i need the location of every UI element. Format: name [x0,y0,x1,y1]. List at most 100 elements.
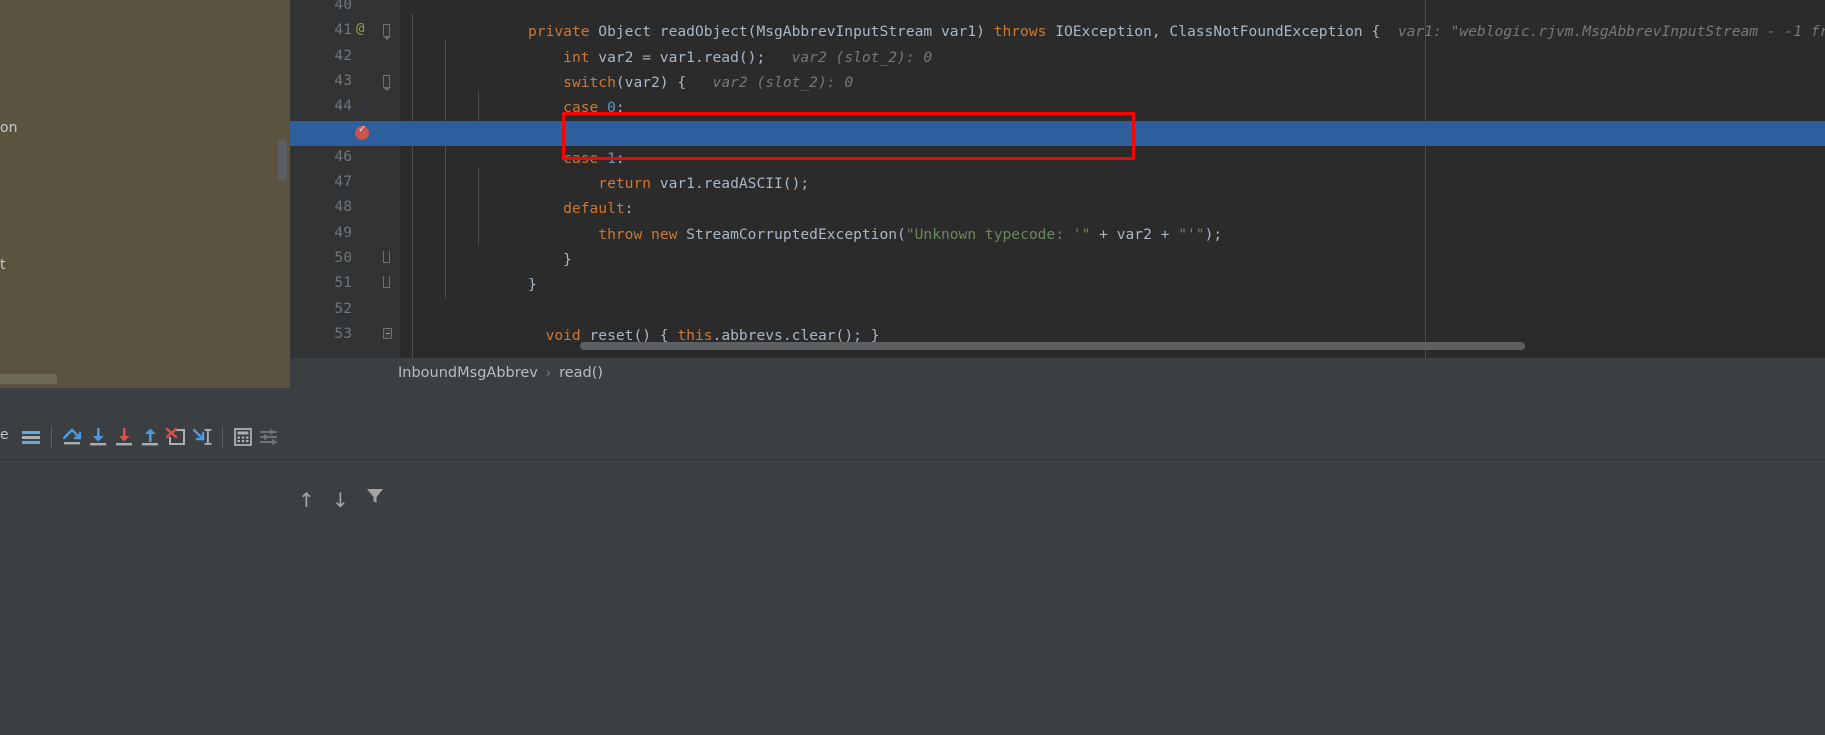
code-token: var1.readASCII(); [651,175,810,193]
code-line[interactable]: switch(var2) { var2 (slot_2): 0 [400,70,1825,95]
toolbar-divider [0,459,1825,460]
code-fold-marker-icon[interactable] [383,251,390,263]
line-number: 43 [334,71,352,89]
line-number: 40 [334,0,352,13]
code-token: StreamCorruptedException( [677,225,906,243]
code-line[interactable]: throw new StreamCorruptedException("Unkn… [400,222,1825,247]
code-line[interactable]: int var2 = var1.read(); var2 (slot_2): 0 [400,45,1825,70]
code-token: new [651,225,678,243]
code-token: Object [598,23,652,41]
code-token: } [528,276,537,294]
breakpoint-icon[interactable] [355,123,369,140]
line-number: 42 [334,46,352,64]
code-token: default [563,200,625,218]
code-surface[interactable]: private Object readObject(MsgAbbrevInput… [400,0,1825,358]
left-panel-label-1: on [0,120,18,136]
step-out-icon[interactable] [137,424,163,450]
code-line[interactable]: case 1: [400,146,1825,171]
code-token: readObject(MsgAbbrevInputStream var1) [651,23,994,41]
indent-guide [478,168,479,245]
line-number: 50 [334,249,352,266]
code-token: private [528,23,599,41]
run-to-cursor-icon[interactable] [189,424,215,450]
breadcrumb-method[interactable]: read() [559,365,603,381]
force-step-into-icon[interactable] [111,424,137,450]
code-token: 1 [607,149,616,167]
line-number: 49 [334,223,352,241]
toolbar-separator [51,426,52,448]
step-over-icon[interactable] [59,424,85,450]
line-number: 51 [334,274,352,292]
toolbar-separator [222,426,223,448]
code-line[interactable]: } [400,272,1825,297]
step-into-icon[interactable] [85,424,111,450]
code-token: void [545,326,581,344]
line-number: 47 [334,173,352,191]
code-line[interactable]: case 0: [400,95,1825,120]
code-line[interactable]: } [400,247,1825,272]
code-line[interactable]: private Object readObject(MsgAbbrevInput… [400,19,1825,44]
mute-breakpoints-icon[interactable] [18,424,44,450]
line-number: 44 [334,97,352,115]
code-token: ); [1204,225,1223,243]
code-token: case [563,99,599,117]
breadcrumb-separator-icon: › [545,365,552,381]
code-token: 0 [607,99,616,117]
settings-icon[interactable] [256,424,282,450]
code-token: var2 = var1.read(); [589,48,766,66]
code-token: int [563,48,590,66]
breadcrumb[interactable]: InboundMsgAbbrev › read() [290,358,1825,388]
code-token: var2 (slot_2): 0 [686,73,854,91]
line-number: 41 [334,21,352,39]
code-line[interactable]: return var1.readASCII(); [400,171,1825,196]
code-fold-marker-icon[interactable] [383,74,391,91]
left-panel-label-2: t [0,257,6,273]
stack-down-icon[interactable]: ↓ [332,488,349,512]
filter-icon[interactable] [365,486,385,511]
code-token: : [615,99,625,117]
code-fold-marker-icon[interactable] [383,327,392,339]
code-line[interactable] [400,298,1825,323]
code-fold-marker-icon[interactable] [383,276,390,289]
code-token: : [624,200,634,218]
left-panel-hscrollbar[interactable] [0,374,57,384]
right-margin-line [1425,0,1426,358]
code-token: throw [598,225,643,243]
breadcrumb-class[interactable]: InboundMsgAbbrev [398,365,538,381]
drop-frame-icon[interactable] [163,424,189,450]
editor-horizontal-scrollbar[interactable] [580,342,1525,350]
indent-guide [445,40,446,298]
evaluate-expression-icon[interactable] [230,424,256,450]
code-editor[interactable]: private Object readObject(MsgAbbrevInput… [290,0,1825,358]
editor-vertical-scrollbar[interactable] [278,140,287,180]
code-token: var2 (slot_2): 0 [765,48,933,66]
line-number: 52 [334,299,352,317]
line-number: 53 [334,324,352,342]
stack-up-icon[interactable]: ↑ [298,488,315,512]
line-number: 48 [334,198,352,216]
code-token: IOException, ClassNotFoundException { [1046,23,1381,41]
code-line[interactable]: default: [400,196,1825,221]
code-token: } [528,251,572,268]
code-token: + var2 + [1090,225,1179,243]
current-execution-line [290,120,1825,146]
debug-toolbar[interactable] [0,414,1825,460]
code-token: "'" [1178,225,1205,243]
code-line[interactable] [400,0,1825,19]
indent-guide [412,14,413,358]
code-token: throws [993,23,1047,41]
line-number: 46 [334,147,352,165]
code-fold-marker-icon[interactable] [383,24,391,41]
code-token: "Unknown typecode: '" [905,225,1091,243]
annotation-marker-icon[interactable]: @ [356,21,364,37]
